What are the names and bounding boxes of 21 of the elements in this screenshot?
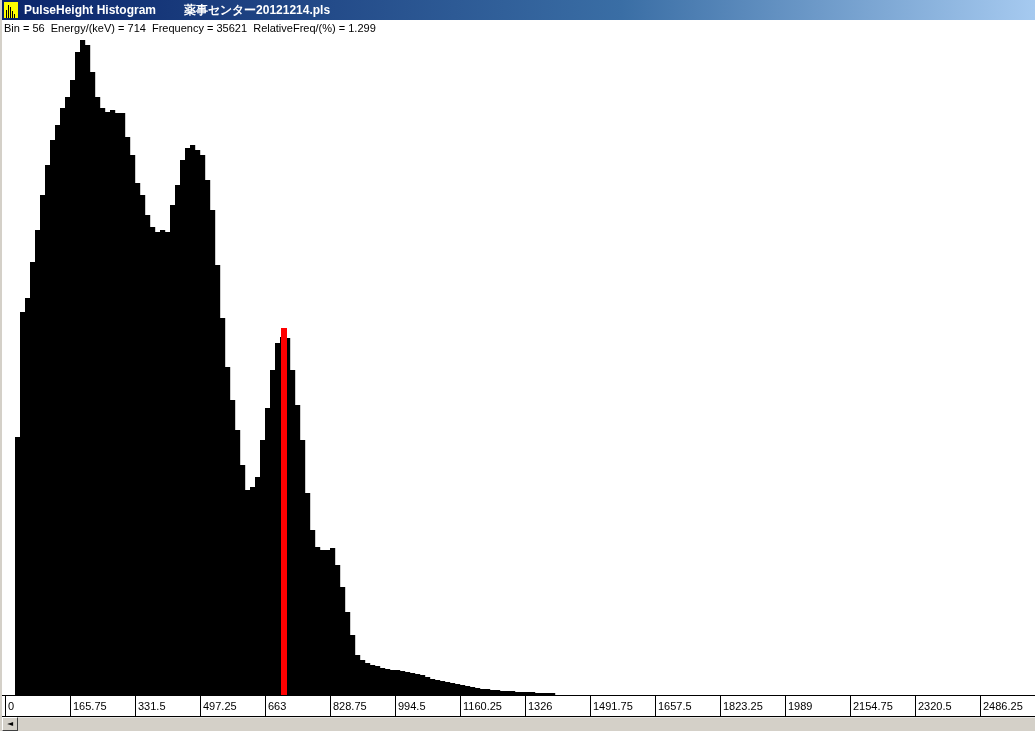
histogram-icon <box>4 2 18 18</box>
axis-label: 828.75 <box>330 696 395 716</box>
axis-label: 2486.25 <box>980 696 1035 716</box>
axis-label: 0 <box>5 696 70 716</box>
axis-label: 2154.75 <box>850 696 915 716</box>
window-title: PulseHeight Histogram <box>24 3 157 17</box>
axis-label: 2320.5 <box>915 696 980 716</box>
axis-label: 1989 <box>785 696 850 716</box>
axis-label: 663 <box>265 696 330 716</box>
readout-text: Bin = 56 Energy/(keV) = 714 Frequency = 35621 RelativeFreq/(%) = 1.299 <box>3 21 377 36</box>
axis-label: 994.5 <box>395 696 460 716</box>
axis-label: 497.25 <box>200 696 265 716</box>
axis-label: 165.75 <box>70 696 135 716</box>
axis-label: 1823.25 <box>720 696 785 716</box>
scroll-left-button[interactable]: ◄ <box>2 717 18 731</box>
axis-label: 1657.5 <box>655 696 720 716</box>
file-name: 薬事センター20121214.pls <box>184 1 331 19</box>
axis-label: 1491.75 <box>590 696 655 716</box>
axis-label: 331.5 <box>135 696 200 716</box>
axis-label: 1160.25 <box>460 696 525 716</box>
axis-label: 1326 <box>525 696 590 716</box>
